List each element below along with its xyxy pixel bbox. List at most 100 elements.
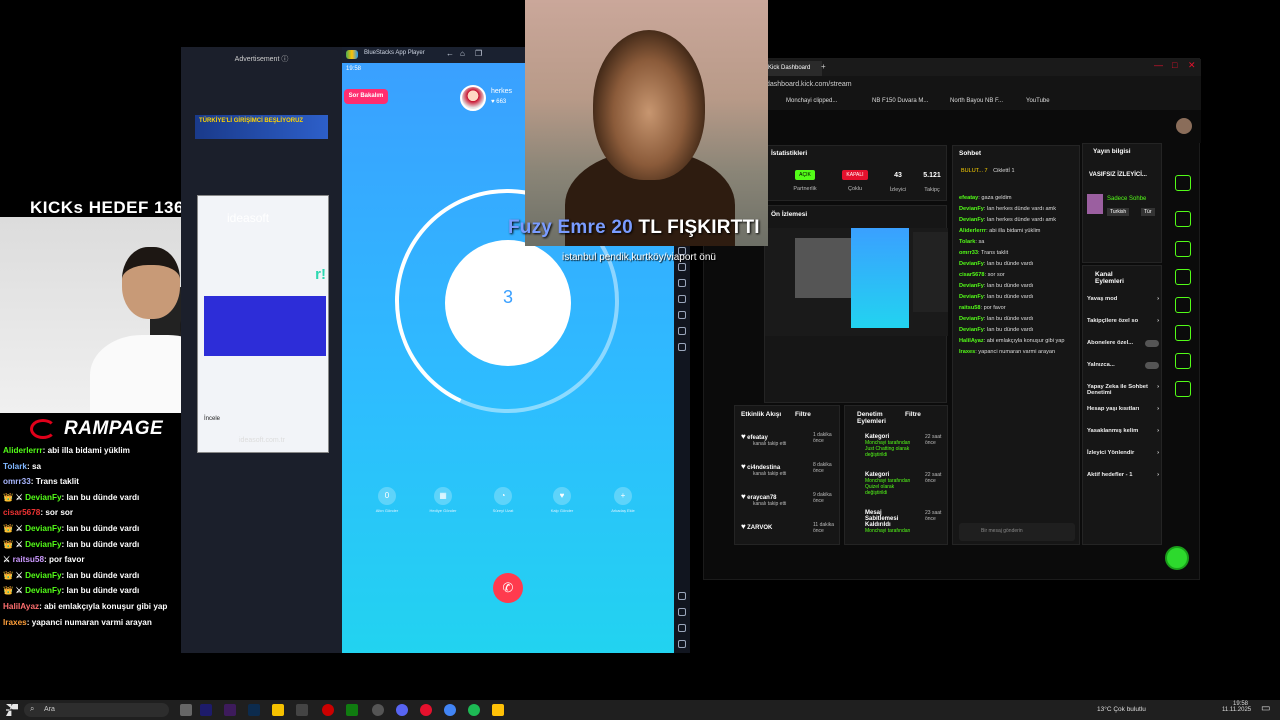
toggle-switch[interactable] (1145, 362, 1159, 369)
toolbar-icon[interactable] (678, 263, 686, 271)
recents-icon[interactable] (678, 640, 686, 648)
hediye-gonder-button[interactable]: ▦ Hediye Gönder (421, 487, 465, 513)
rail-icon[interactable] (1175, 353, 1191, 369)
rail-icon[interactable] (1175, 381, 1191, 397)
preview-video[interactable] (765, 228, 948, 336)
app-icon[interactable] (296, 704, 308, 716)
chat-username: DevianFy (25, 539, 62, 549)
home-icon[interactable] (678, 624, 686, 632)
sureyi-uzat-button[interactable]: ◔ Süreyi Uzat (481, 487, 525, 513)
tag-chip: Tür (1141, 208, 1155, 216)
altin-gonder-button[interactable]: 0 Altın Gönder (365, 487, 409, 513)
close-icon[interactable]: ✕ (1188, 60, 1196, 71)
channel-action-item[interactable]: Hesap yaşı kısıtları › (1087, 406, 1159, 412)
ad-banner[interactable]: TÜRKİYE'Lİ GİRİŞİMCİ BEŞLİYORUZ (195, 115, 328, 139)
pinned-user: BULUT... (961, 168, 984, 174)
chat-message: lan bu dünde vardı (986, 316, 1034, 322)
category-thumbnail (1087, 194, 1103, 214)
new-tab-icon[interactable]: + (821, 62, 826, 71)
maximize-icon[interactable]: □ (1172, 60, 1177, 70)
opera-icon[interactable] (322, 704, 334, 716)
bluestacks-titlebar: BlueStacks App Player ← ⌂ ❐ (342, 47, 525, 63)
channel-action-item[interactable]: Takipçilere özel so › (1087, 318, 1159, 324)
task-view-icon[interactable] (180, 704, 192, 716)
obs-icon[interactable] (372, 704, 384, 716)
kalp-gonder-button[interactable]: ♥ Kalp Gönder (540, 487, 584, 513)
toolbar-icon[interactable] (678, 279, 686, 287)
rail-icon[interactable] (1175, 297, 1191, 313)
herkes-name: herkes (491, 88, 513, 95)
chrome-icon[interactable] (444, 704, 456, 716)
address-bar[interactable]: dashboard.kick.com/stream (704, 76, 1201, 94)
settings-icon[interactable] (678, 592, 686, 600)
channel-action-item[interactable]: Yavaş mod › (1087, 296, 1159, 302)
hangup-button[interactable]: ✆ (493, 573, 523, 603)
channel-action-item[interactable]: Yasaklanmış kelim › (1087, 428, 1159, 434)
opera-gx-icon[interactable] (420, 704, 432, 716)
tab-kick-dashboard[interactable]: Kick Dashboard (764, 61, 822, 76)
activity-feed-panel: Etkinlik Akışı Filtre ♥ efeatay 1 dakika … (734, 405, 840, 545)
edit-icon[interactable] (1175, 175, 1191, 191)
discord-icon[interactable] (396, 704, 408, 716)
channel-actions-panel: Kanal Eylemleri Yavaş mod › Takipçilere öz… (1082, 265, 1162, 545)
toolbar-icon[interactable] (678, 327, 686, 335)
chat-username: Iraxes (959, 349, 976, 355)
rail-icon[interactable] (1175, 269, 1191, 285)
chat-input[interactable]: Bir mesaj gönderin (959, 523, 1075, 541)
channel-action-item[interactable]: İzleyici Yönlendir › (1087, 450, 1159, 456)
donation-text: TL FIŞKIRTTI (638, 217, 760, 238)
channel-action-item[interactable]: Aktif hedefler - 1 › (1087, 472, 1159, 478)
bookmark-item[interactable]: YouTube (1026, 98, 1050, 104)
xbox-icon[interactable] (346, 704, 358, 716)
toolbar-icon[interactable] (678, 295, 686, 303)
advertisement-label: Advertisement ⓘ (234, 56, 289, 63)
clock[interactable]: 19:58 11.11.2025 (1222, 701, 1251, 713)
support-icon[interactable] (1165, 546, 1189, 570)
chat-username: DevianFy (959, 283, 984, 289)
sor-bakalim-button[interactable]: Sor Bakalım (344, 89, 388, 104)
weather-widget[interactable]: 13°C Çok bulutlu (1097, 706, 1146, 713)
windows-start-icon[interactable] (6, 704, 18, 716)
heart-icon: ♥ (741, 522, 746, 531)
channel-action-item[interactable]: Yalnızca... (1087, 362, 1159, 369)
toggle-switch[interactable] (1145, 340, 1159, 347)
photoshop-icon[interactable] (248, 704, 260, 716)
user-avatar[interactable] (1176, 118, 1192, 134)
premiere-icon[interactable] (200, 704, 212, 716)
bluestacks-taskbar-icon[interactable] (492, 704, 504, 716)
bookmark-item[interactable]: North Bayou NB F... (950, 98, 1003, 104)
rail-icon[interactable] (1175, 211, 1191, 227)
home-icon[interactable]: ⌂ (460, 49, 465, 58)
after-effects-icon[interactable] (224, 704, 236, 716)
kick-chat-line: DevianFy: lan bu dünde vardı (959, 294, 1034, 300)
herkes-avatar[interactable] (460, 85, 486, 111)
notification-icon[interactable]: ▭ (1261, 703, 1270, 714)
chat-username: Aliderlerrr (959, 228, 987, 234)
bookmark-item[interactable]: NB F150 Duvara M... (872, 98, 928, 104)
ad-card-text: İncele (204, 416, 221, 422)
ad-sidebar-card[interactable]: r! İncele (197, 195, 329, 453)
taskbar-search[interactable]: Ara (24, 703, 169, 717)
rail-icon[interactable] (1175, 241, 1191, 257)
channel-action-item[interactable]: Abonelere özel... (1087, 340, 1159, 347)
spotify-icon[interactable] (468, 704, 480, 716)
toolbar-icon[interactable] (678, 311, 686, 319)
audit-filter-button[interactable]: Filtre (905, 411, 921, 418)
arkadas-ekle-button[interactable]: + Arkadaş Ekle (601, 487, 645, 513)
minimize-icon[interactable]: — (1154, 60, 1163, 70)
toolbar-icon[interactable] (678, 343, 686, 351)
channel-action-label: Yapay Zeka ile Sohbet Denetimi (1087, 384, 1148, 396)
back-icon[interactable] (678, 608, 686, 616)
recents-icon[interactable]: ❐ (475, 49, 482, 58)
chat-message: lan bu dünde vardı (986, 283, 1034, 289)
channel-action-item[interactable]: Yapay Zeka ile Sohbet Denetimi › (1087, 384, 1159, 396)
activity-filter-button[interactable]: Filtre (795, 411, 811, 418)
kick-chat-line: DevianFy: lan bu dünde vardı (959, 261, 1034, 267)
file-explorer-icon[interactable] (272, 704, 284, 716)
chat-message: lan bu dünde vardı (66, 586, 140, 596)
bookmark-item[interactable]: Monchayi clipped... (786, 98, 837, 104)
rail-icon[interactable] (1175, 325, 1191, 341)
back-icon[interactable]: ← (446, 49, 454, 58)
ad-brand-url[interactable]: ideasoft.com.tr (239, 437, 285, 444)
activity-time: 1 dakika önce (813, 432, 832, 444)
